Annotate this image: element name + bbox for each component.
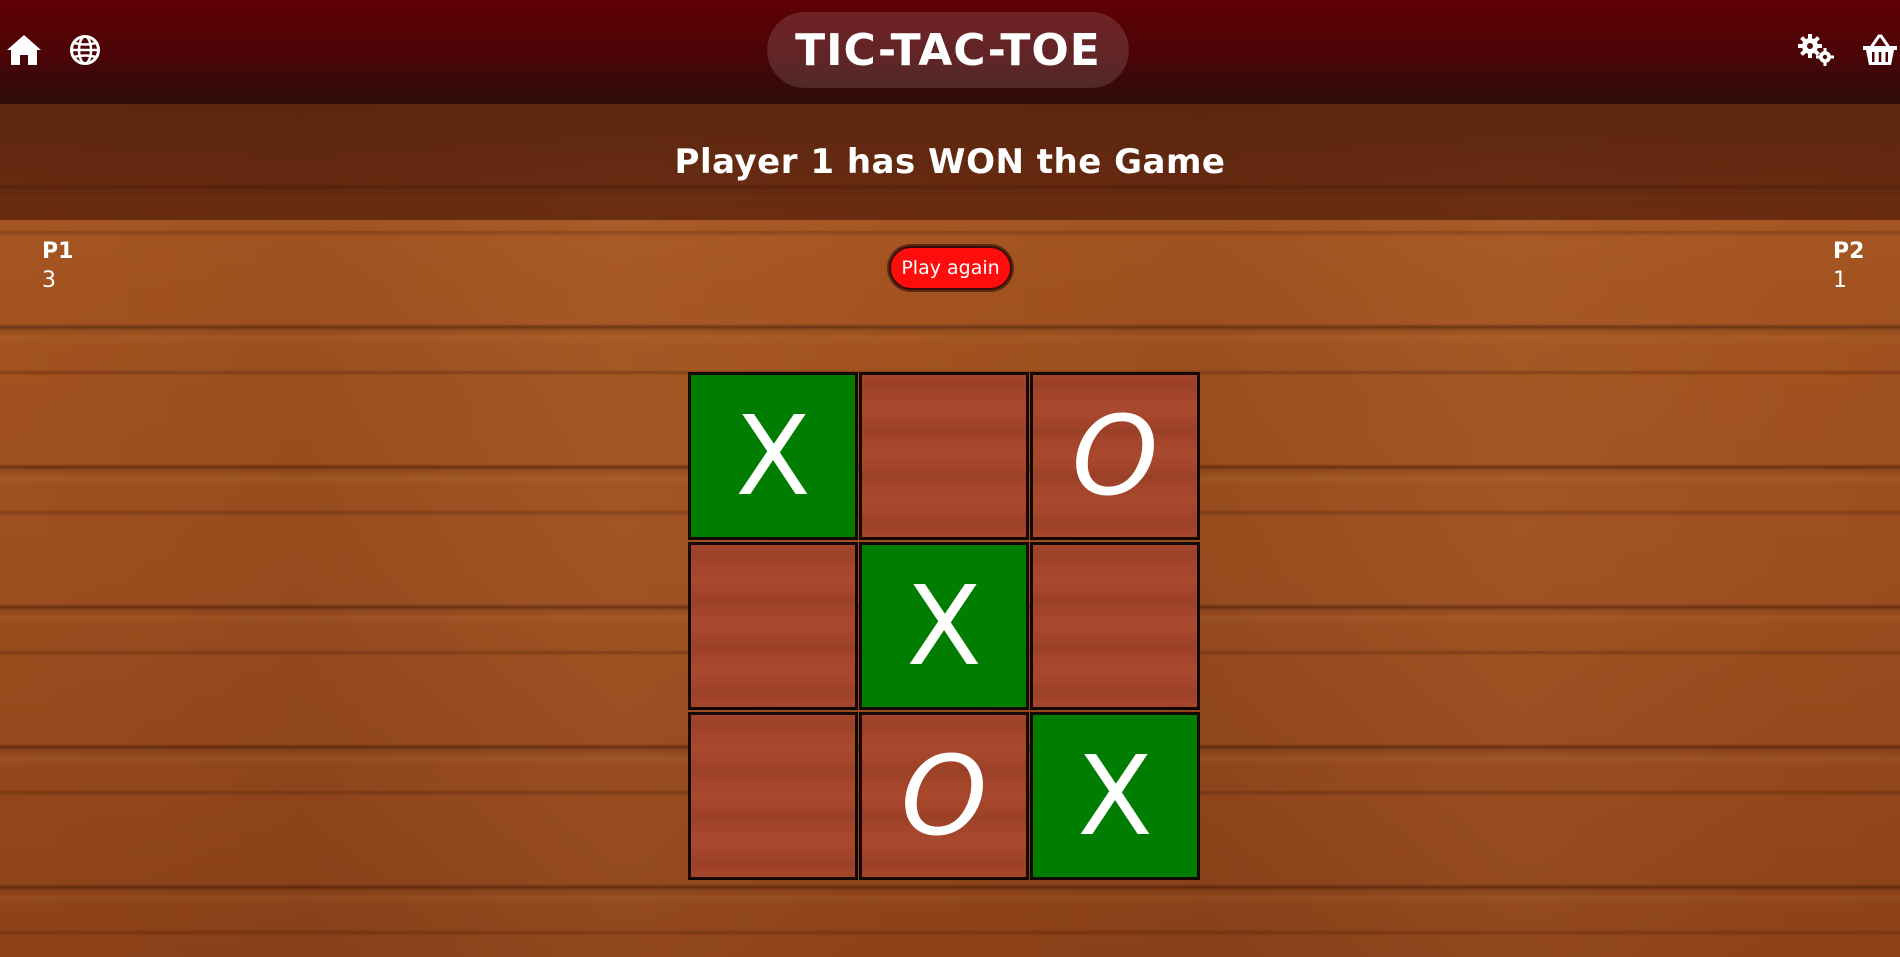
score-p2: P2 1 [1833, 238, 1864, 296]
basket-icon[interactable] [1860, 30, 1900, 70]
board-cell-7[interactable] [688, 712, 858, 880]
game-title: TIC-TAC-TOE [795, 24, 1101, 76]
score-p1-label: P1 [42, 239, 74, 264]
cell-mark: X [1077, 732, 1153, 860]
home-icon[interactable] [4, 30, 44, 70]
game-board: X O X O X [688, 372, 1201, 882]
cell-mark: O [1071, 392, 1159, 520]
cell-mark: X [906, 562, 982, 690]
board-cell-8[interactable]: O [859, 712, 1029, 880]
gears-icon[interactable] [1796, 30, 1836, 70]
board-cell-4[interactable] [688, 542, 858, 710]
score-p2-value: 1 [1833, 268, 1847, 293]
board-cell-3[interactable]: O [1030, 372, 1200, 540]
play-again-button[interactable]: Play again [889, 246, 1012, 290]
score-p1: P1 3 [42, 238, 73, 296]
board-cell-1[interactable]: X [688, 372, 858, 540]
board-cell-2[interactable] [859, 372, 1029, 540]
board-cell-5[interactable]: X [859, 542, 1029, 710]
board-cell-6[interactable] [1030, 542, 1200, 710]
top-bar: TIC-TAC-TOE [0, 0, 1900, 104]
cell-mark: X [735, 392, 811, 520]
globe-icon[interactable] [65, 30, 105, 70]
cell-mark: O [900, 732, 988, 860]
status-message: Player 1 has WON the Game [674, 142, 1226, 182]
board-cell-9[interactable]: X [1030, 712, 1200, 880]
status-banner: Player 1 has WON the Game [0, 104, 1900, 220]
title-pill: TIC-TAC-TOE [767, 12, 1129, 88]
score-p2-label: P2 [1833, 239, 1865, 264]
score-p1-value: 3 [42, 268, 56, 293]
